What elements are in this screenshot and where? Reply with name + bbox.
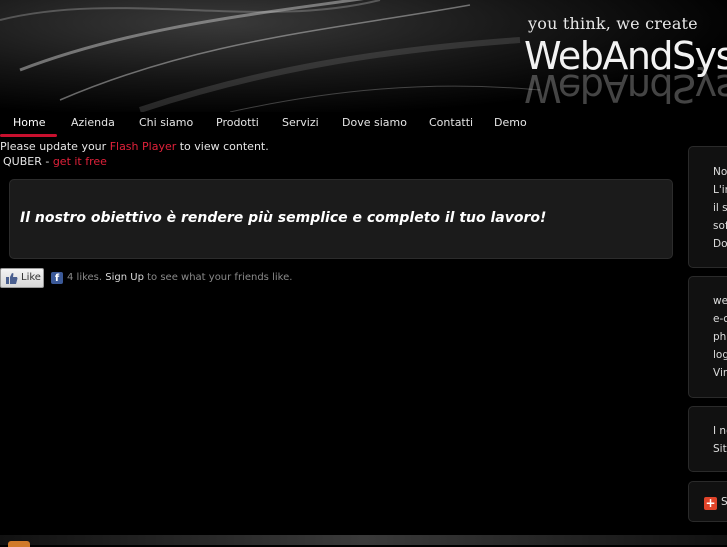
sidebar-box-3-line-1: I no: [713, 425, 727, 437]
footer-bar: [0, 535, 727, 545]
sidebar-box-2-line-2: e-c: [713, 313, 727, 325]
thumbs-up-icon: [6, 273, 18, 284]
sidebar-box-1: No L'in il s sof Do: [688, 146, 727, 268]
flash-notice-after: to view content.: [176, 140, 269, 153]
sidebar-box-1-line-2: L'in: [713, 184, 727, 196]
nav-item-contatti[interactable]: Contatti: [429, 116, 473, 129]
logo-reflection: WebAndSys: [524, 66, 727, 110]
flash-player-link[interactable]: Flash Player: [110, 140, 177, 153]
sidebar-box-4-label: S: [721, 496, 727, 508]
sidebar-box-2-line-4: log: [713, 349, 727, 361]
sidebar-box-1-line-4: sof: [713, 220, 727, 232]
facebook-icon: f: [51, 272, 63, 284]
sidebar-box-1-line-3: il s: [713, 202, 727, 214]
quber-notice: QUBER - get it free: [3, 155, 107, 168]
sidebar-box-2-line-5: Vir: [713, 367, 727, 379]
tagline: you think, we create: [528, 14, 698, 33]
sidebar-box-4[interactable]: + S: [688, 481, 727, 522]
like-count: 4 likes.: [67, 272, 103, 283]
nav-item-demo[interactable]: Demo: [494, 116, 527, 129]
sidebar-box-3-line-2: Sit: [713, 443, 727, 455]
sidebar-box-2-line-3: phe: [713, 331, 727, 343]
flash-notice: Please update your Flash Player to view …: [0, 140, 269, 153]
nav-item-prodotti[interactable]: Prodotti: [216, 116, 259, 129]
main-panel: Il nostro obiettivo è rendere più sempli…: [9, 179, 673, 259]
main-nav: Home Azienda Chi siamo Prodotti Servizi …: [0, 112, 727, 138]
sidebar-box-2: we e-c phe log Vir: [688, 276, 727, 398]
nav-active-indicator: [0, 134, 57, 137]
footer-feed-icon[interactable]: [8, 541, 30, 547]
facebook-like-button[interactable]: Like: [0, 268, 44, 288]
sign-up-link[interactable]: Sign Up: [105, 272, 144, 283]
sidebar-box-1-line-5: Do: [713, 238, 727, 250]
main-headline: Il nostro obiettivo è rendere più sempli…: [20, 210, 547, 226]
flash-notice-before: Please update your: [0, 140, 110, 153]
nav-item-dove-siamo[interactable]: Dove siamo: [342, 116, 407, 129]
sidebar-box-3: I no Sit: [688, 406, 727, 472]
nav-item-home[interactable]: Home: [13, 116, 45, 129]
like-suffix: to see what your friends like.: [143, 272, 293, 283]
header: you think, we create WebAndSys WebAndSys: [0, 0, 727, 112]
quber-label: QUBER -: [3, 155, 53, 168]
sidebar-box-1-line-1: No: [713, 166, 727, 178]
like-summary: 4 likes. Sign Up to see what your friend…: [67, 272, 292, 283]
plus-icon[interactable]: +: [704, 497, 717, 510]
nav-item-chi-siamo[interactable]: Chi siamo: [139, 116, 193, 129]
sidebar-box-2-line-1: we: [713, 295, 727, 307]
nav-item-azienda[interactable]: Azienda: [71, 116, 115, 129]
get-it-free-link[interactable]: get it free: [53, 155, 107, 168]
nav-item-servizi[interactable]: Servizi: [282, 116, 319, 129]
like-button-label: Like: [21, 272, 41, 283]
